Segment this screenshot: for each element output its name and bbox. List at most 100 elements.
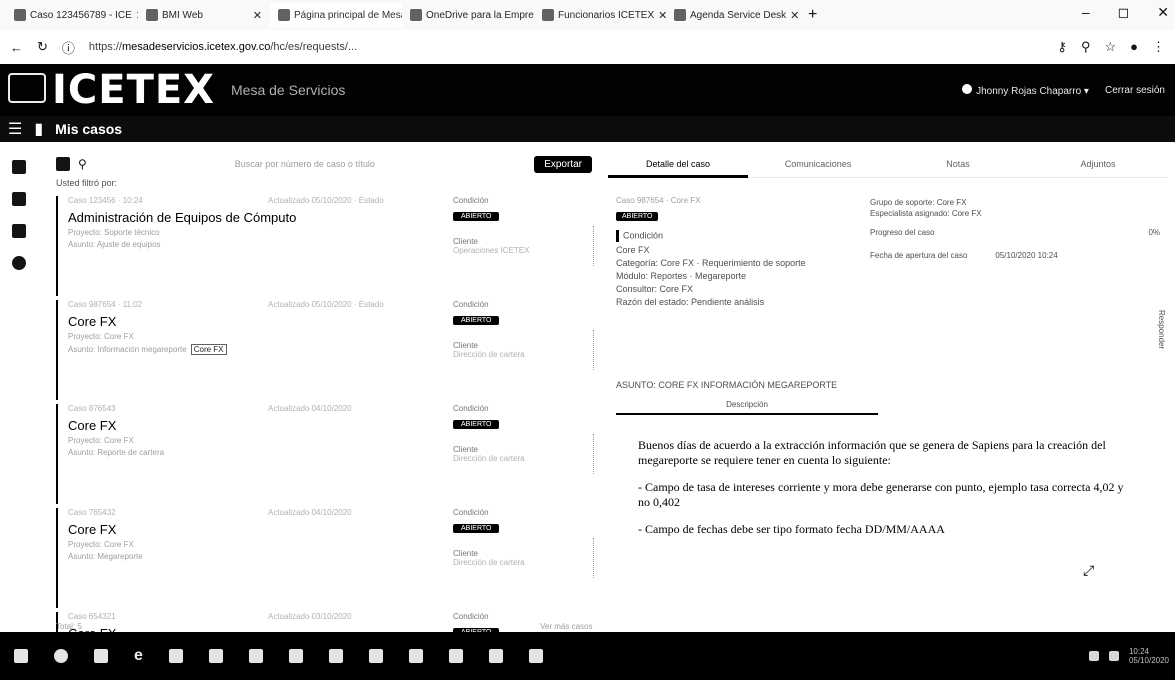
edge-icon[interactable]: e — [134, 647, 143, 665]
clock[interactable]: 10:24 05/10/2020 — [1129, 647, 1169, 665]
tab-detail[interactable]: Detalle del caso — [608, 150, 748, 178]
case-tag: Core FX — [190, 344, 227, 355]
star-icon[interactable]: ☆ — [1104, 39, 1116, 55]
search-icon[interactable] — [54, 649, 68, 663]
logout-link[interactable]: Cerrar sesión — [1105, 85, 1165, 96]
browser-tab[interactable]: Caso 123456789 - ICE✕ — [6, 3, 138, 27]
favicon-icon — [542, 9, 554, 21]
app-icon[interactable] — [208, 649, 223, 663]
browser-tab[interactable]: Funcionarios ICETEX ✕ — [534, 3, 666, 27]
cases-icon[interactable] — [12, 192, 26, 206]
tab-communications[interactable]: Comunicaciones — [748, 150, 888, 178]
task-view-icon[interactable] — [94, 649, 108, 663]
word-icon[interactable] — [448, 649, 463, 663]
mail-icon[interactable] — [248, 649, 263, 663]
side-rail — [0, 142, 50, 632]
users-icon[interactable] — [12, 224, 26, 238]
expand-icon[interactable]: ⤢ — [1083, 562, 1094, 579]
progress-value: 0% — [1148, 228, 1160, 237]
close-icon[interactable]: ✕ — [658, 9, 666, 22]
case-line: Caso 987654 · Core FX — [616, 196, 701, 205]
new-tab-button[interactable]: + — [798, 6, 827, 24]
back-icon[interactable]: ← — [10, 40, 23, 55]
product-value: Core FX — [616, 245, 650, 255]
divider — [593, 434, 595, 474]
marker — [616, 230, 619, 242]
close-window-icon[interactable]: ✕ — [1157, 4, 1169, 21]
browser-tab[interactable]: BMI Web ✕ — [138, 3, 270, 27]
list-total: Total: 5 — [56, 622, 82, 631]
module-value: Módulo: Reportes · Megareporte — [616, 271, 747, 281]
client-value: Dirección de cartera — [453, 350, 525, 359]
explorer-icon[interactable] — [168, 649, 183, 663]
browser-tab-strip: Caso 123456789 - ICE✕ BMI Web ✕ Página pr… — [0, 0, 1175, 30]
filter-icon[interactable] — [56, 157, 70, 171]
reload-icon[interactable]: ↻ — [37, 39, 48, 55]
status-label: Condición — [453, 508, 489, 517]
teams-icon[interactable] — [288, 649, 303, 663]
status-badge: ABIERTO — [453, 316, 500, 325]
more-icon[interactable]: ⋮ — [1152, 39, 1165, 55]
client-value: Operaciones ICETEX — [453, 246, 530, 255]
case-card[interactable]: Caso 123456 · 10:24 Actualizado 05/10/20… — [56, 196, 600, 296]
close-icon[interactable]: ✕ — [253, 9, 262, 22]
tab-description[interactable]: Descripción — [616, 400, 878, 415]
network-icon[interactable] — [1088, 651, 1099, 661]
info-icon[interactable]: ⓘ — [62, 38, 75, 57]
case-card[interactable]: Caso 876543 Actualizado 04/10/2020 Core … — [56, 404, 600, 504]
logo-mark-icon — [8, 73, 46, 103]
browser-tab[interactable]: Agenda Service Desk ✕ — [666, 3, 798, 27]
search-input[interactable]: Buscar por número de caso o título — [235, 159, 375, 169]
load-more-link[interactable]: Ver más casos — [540, 622, 592, 631]
tab-notes[interactable]: Notas — [888, 150, 1028, 178]
status-badge: ABIERTO — [616, 212, 659, 221]
case-card[interactable]: Caso 765432 Actualizado 04/10/2020 Core … — [56, 508, 600, 608]
excel-icon[interactable] — [528, 649, 543, 663]
url-field[interactable]: https://mesadeservicios.icetex.gov.co/hc… — [89, 41, 1044, 53]
help-icon[interactable] — [12, 256, 26, 270]
key-icon[interactable]: ⚷ — [1057, 39, 1067, 55]
volume-icon[interactable] — [1108, 651, 1119, 661]
home-icon[interactable] — [12, 160, 26, 174]
calculator-icon[interactable] — [368, 649, 383, 663]
profile-icon[interactable]: ● — [1130, 39, 1138, 55]
user-menu[interactable]: Jhonny Rojas Chaparro ▾ — [962, 83, 1089, 97]
condition-label: Condición — [623, 230, 664, 241]
tab-attachments[interactable]: Adjuntos — [1028, 150, 1168, 178]
logo-text: ICETEX — [52, 67, 216, 113]
description-paragraph: - Campo de tasa de intereses corriente y… — [638, 480, 1124, 509]
status-badge: ABIERTO — [453, 524, 500, 533]
search-icon[interactable]: ⚲ — [78, 157, 87, 171]
maximize-icon[interactable]: ◻ — [1118, 4, 1130, 21]
minimize-icon[interactable]: – — [1082, 4, 1090, 21]
client-label: Cliente — [453, 341, 478, 350]
description-paragraph: Buenos días de acuerdo a la extracción i… — [638, 438, 1106, 467]
hamburger-icon[interactable]: ☰ — [8, 119, 22, 139]
case-updated: Actualizado 04/10/2020 — [268, 404, 352, 413]
outlook-icon[interactable] — [488, 649, 503, 663]
date-value: 05/10/2020 10:24 — [995, 251, 1058, 260]
browser-tab[interactable]: OneDrive para la Empresa✕ — [402, 3, 534, 27]
favicon-icon — [146, 9, 158, 21]
user-icon — [962, 83, 973, 94]
case-card[interactable]: Caso 987654 · 11:02 Actualizado 05/10/20… — [56, 300, 600, 400]
logo[interactable]: ICETEX — [0, 67, 215, 113]
close-icon[interactable]: ✕ — [790, 9, 798, 22]
reply-side-tab[interactable]: Responder — [1157, 310, 1166, 349]
tab-label: BMI Web — [162, 9, 203, 21]
category-value: Categoría: Core FX · Requerimiento de so… — [616, 258, 806, 268]
browser-tab[interactable]: Página principal de Mesa✕ — [270, 3, 402, 27]
divider — [593, 538, 595, 578]
divider — [593, 226, 595, 266]
start-icon[interactable] — [14, 649, 28, 663]
export-button[interactable]: Exportar — [534, 155, 592, 173]
favicon-icon — [674, 9, 686, 21]
zoom-icon[interactable]: ⚲ — [1081, 39, 1091, 55]
client-value: Dirección de cartera — [453, 558, 525, 567]
notepad-icon[interactable] — [408, 649, 423, 663]
support-group: Grupo de soporte: Core FX — [870, 198, 967, 207]
tab-label: OneDrive para la Empresa — [426, 9, 534, 21]
progress-label: Progreso del caso — [870, 228, 935, 237]
page-title: Mis casos — [55, 121, 123, 137]
chrome-icon[interactable] — [328, 649, 343, 663]
